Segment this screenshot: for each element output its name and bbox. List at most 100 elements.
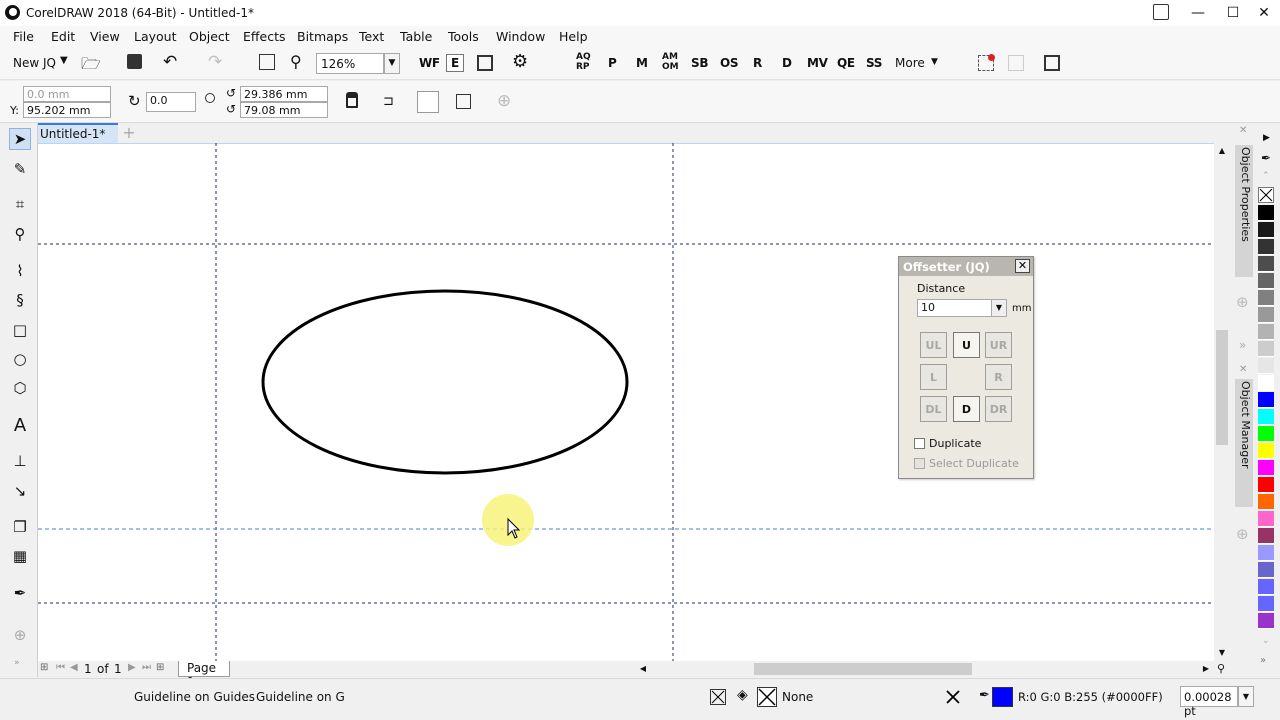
add-quick-customize-icon[interactable]: ⊕ xyxy=(497,91,511,111)
macro-r-button[interactable]: R xyxy=(753,56,762,70)
menu-help[interactable]: Help xyxy=(559,29,588,44)
polygon-tool-icon[interactable]: ⬡ xyxy=(9,377,31,399)
palette-swatch[interactable] xyxy=(1258,256,1274,272)
offset-ul-button[interactable]: UL xyxy=(920,332,947,358)
offset-u-button[interactable]: U xyxy=(953,332,980,358)
no-color-swatch[interactable] xyxy=(1258,187,1274,203)
zoom-dropdown-chevron-icon[interactable]: ▼ xyxy=(384,53,400,74)
add-page-start-icon[interactable]: ⊞ xyxy=(40,662,48,673)
menu-view[interactable]: View xyxy=(90,29,120,44)
palette-scroll-down-icon[interactable]: ⌄ xyxy=(1262,636,1270,646)
palette-swatch[interactable] xyxy=(1258,596,1274,612)
macro-p-button[interactable]: P xyxy=(608,56,617,70)
macro-mv-button[interactable]: MV xyxy=(807,56,828,70)
app-launcher-icon[interactable] xyxy=(1044,55,1060,71)
palette-swatch[interactable] xyxy=(1258,613,1274,629)
scroll-left-arrow-icon[interactable]: ◀ xyxy=(635,661,651,677)
distance-dropdown-chevron-icon[interactable]: ▼ xyxy=(991,300,1006,316)
undo-icon[interactable]: ↶ xyxy=(163,52,177,72)
vertical-scroll-thumb[interactable] xyxy=(1216,330,1228,445)
duplicate-checkbox[interactable] xyxy=(914,438,925,449)
ellipse-shape[interactable] xyxy=(261,289,629,475)
macro-aqrp-button[interactable]: AQ RP xyxy=(576,52,591,72)
drop-shadow-tool-icon[interactable]: ❐ xyxy=(9,516,31,538)
palette-expand-icon[interactable]: » xyxy=(1260,655,1266,666)
palette-swatch[interactable] xyxy=(1258,477,1274,493)
palette-swatch[interactable] xyxy=(1258,273,1274,289)
select-duplicate-checkbox[interactable] xyxy=(914,458,925,469)
macro-d-button[interactable]: D xyxy=(782,56,792,70)
outline-width-chevron-icon[interactable]: ▼ xyxy=(1238,686,1254,707)
palette-swatch[interactable] xyxy=(1258,562,1274,578)
prev-page-icon[interactable]: ◀ xyxy=(70,662,78,673)
palette-swatch[interactable] xyxy=(1258,579,1274,595)
shape-tool-icon[interactable]: ✎ xyxy=(9,158,31,180)
offset-l-button[interactable]: L xyxy=(920,364,947,390)
menu-effects[interactable]: Effects xyxy=(243,29,286,44)
menu-table[interactable]: Table xyxy=(400,29,432,44)
save-icon[interactable] xyxy=(127,54,142,69)
add-document-tab-icon[interactable]: + xyxy=(120,123,138,143)
macro-os-button[interactable]: OS xyxy=(720,56,739,70)
eyedropper-tool-icon[interactable]: ✒ xyxy=(9,582,31,604)
selection-red-icon[interactable] xyxy=(978,54,995,71)
ellipse-tool-icon[interactable]: ○ xyxy=(9,348,31,370)
lock-icon[interactable] xyxy=(346,92,358,108)
offset-d-button[interactable]: D xyxy=(953,396,980,422)
x-position-field[interactable]: 0.0 mm xyxy=(23,86,111,102)
outline-pen-icon[interactable]: ✒ xyxy=(979,688,990,703)
more-chevron-down-icon[interactable]: ▼ xyxy=(931,57,938,67)
zoom-tool-icon[interactable]: ⚲ xyxy=(9,223,31,245)
fullscreen-icon[interactable] xyxy=(477,55,493,71)
navigator-zoom-icon[interactable]: ⚲ xyxy=(1217,662,1225,675)
last-page-icon[interactable]: ⏭ xyxy=(142,662,151,673)
minimize-button[interactable]: — xyxy=(1180,0,1216,26)
height-field[interactable]: 79.08 mm xyxy=(240,102,328,118)
dimension-tool-icon[interactable]: ⊥ xyxy=(9,450,31,472)
rectangle-tool-icon[interactable]: □ xyxy=(9,319,31,341)
menu-bitmaps[interactable]: Bitmaps xyxy=(297,29,348,44)
menu-text[interactable]: Text xyxy=(359,29,384,44)
menu-tools[interactable]: Tools xyxy=(448,29,479,44)
outline-width-field[interactable]: 0.00028 pt xyxy=(1180,686,1238,718)
add-tool-icon[interactable]: ⊕ xyxy=(9,624,31,646)
dialog-close-icon[interactable]: ✕ xyxy=(1015,259,1030,273)
palette-swatch[interactable] xyxy=(1258,511,1274,527)
fill-bucket-icon[interactable]: ◈ xyxy=(737,687,748,703)
palette-eyedropper-icon[interactable]: ✒ xyxy=(1261,151,1271,165)
palette-swatch[interactable] xyxy=(1258,205,1274,221)
next-page-icon[interactable]: ▶ xyxy=(128,662,136,673)
mirror-icon[interactable]: ⊐ xyxy=(383,94,394,109)
palette-swatch[interactable] xyxy=(1258,375,1274,391)
macro-m-button[interactable]: M xyxy=(636,56,648,70)
macro-sb-button[interactable]: SB xyxy=(691,56,709,70)
palette-swatch[interactable] xyxy=(1258,358,1274,374)
gear-icon[interactable]: ⚙ xyxy=(512,51,528,72)
palette-swatch[interactable] xyxy=(1258,324,1274,340)
menu-layout[interactable]: Layout xyxy=(134,29,177,44)
freehand-tool-icon[interactable]: ⌇ xyxy=(9,260,31,282)
macro-wf-button[interactable]: WF xyxy=(419,56,440,70)
redo-icon[interactable]: ↷ xyxy=(208,52,222,72)
docker-add-icon[interactable]: ⊕ xyxy=(1236,293,1249,311)
docker-expand-chevron-icon[interactable]: » xyxy=(1239,338,1246,352)
wrap-text-icon[interactable] xyxy=(417,91,439,113)
vertical-scrollbar[interactable]: ▲ ▼ xyxy=(1214,143,1230,661)
frame-icon[interactable] xyxy=(456,94,471,109)
macro-e-button[interactable]: E xyxy=(446,54,464,72)
palette-swatch[interactable] xyxy=(1258,239,1274,255)
rotation-angle-field[interactable]: 0.0 xyxy=(146,92,196,112)
palette-swatch[interactable] xyxy=(1258,341,1274,357)
palette-swatch[interactable] xyxy=(1258,528,1274,544)
open-folder-icon[interactable]: 🗁 xyxy=(81,53,101,80)
artistic-media-icon[interactable]: § xyxy=(9,289,31,311)
outline-color-swatch[interactable] xyxy=(992,687,1013,707)
docker-close-icon[interactable]: ✕ xyxy=(1239,125,1247,136)
first-page-icon[interactable]: ⏮ xyxy=(56,662,65,673)
drawing-canvas[interactable] xyxy=(38,143,1214,661)
width-field[interactable]: 29.386 mm xyxy=(240,86,328,102)
docker-add-2-icon[interactable]: ⊕ xyxy=(1236,525,1249,543)
pick-tool-icon[interactable]: ➤ xyxy=(9,128,31,150)
text-tool-icon[interactable]: A xyxy=(9,414,31,436)
fill-none-swatch[interactable] xyxy=(757,687,777,707)
